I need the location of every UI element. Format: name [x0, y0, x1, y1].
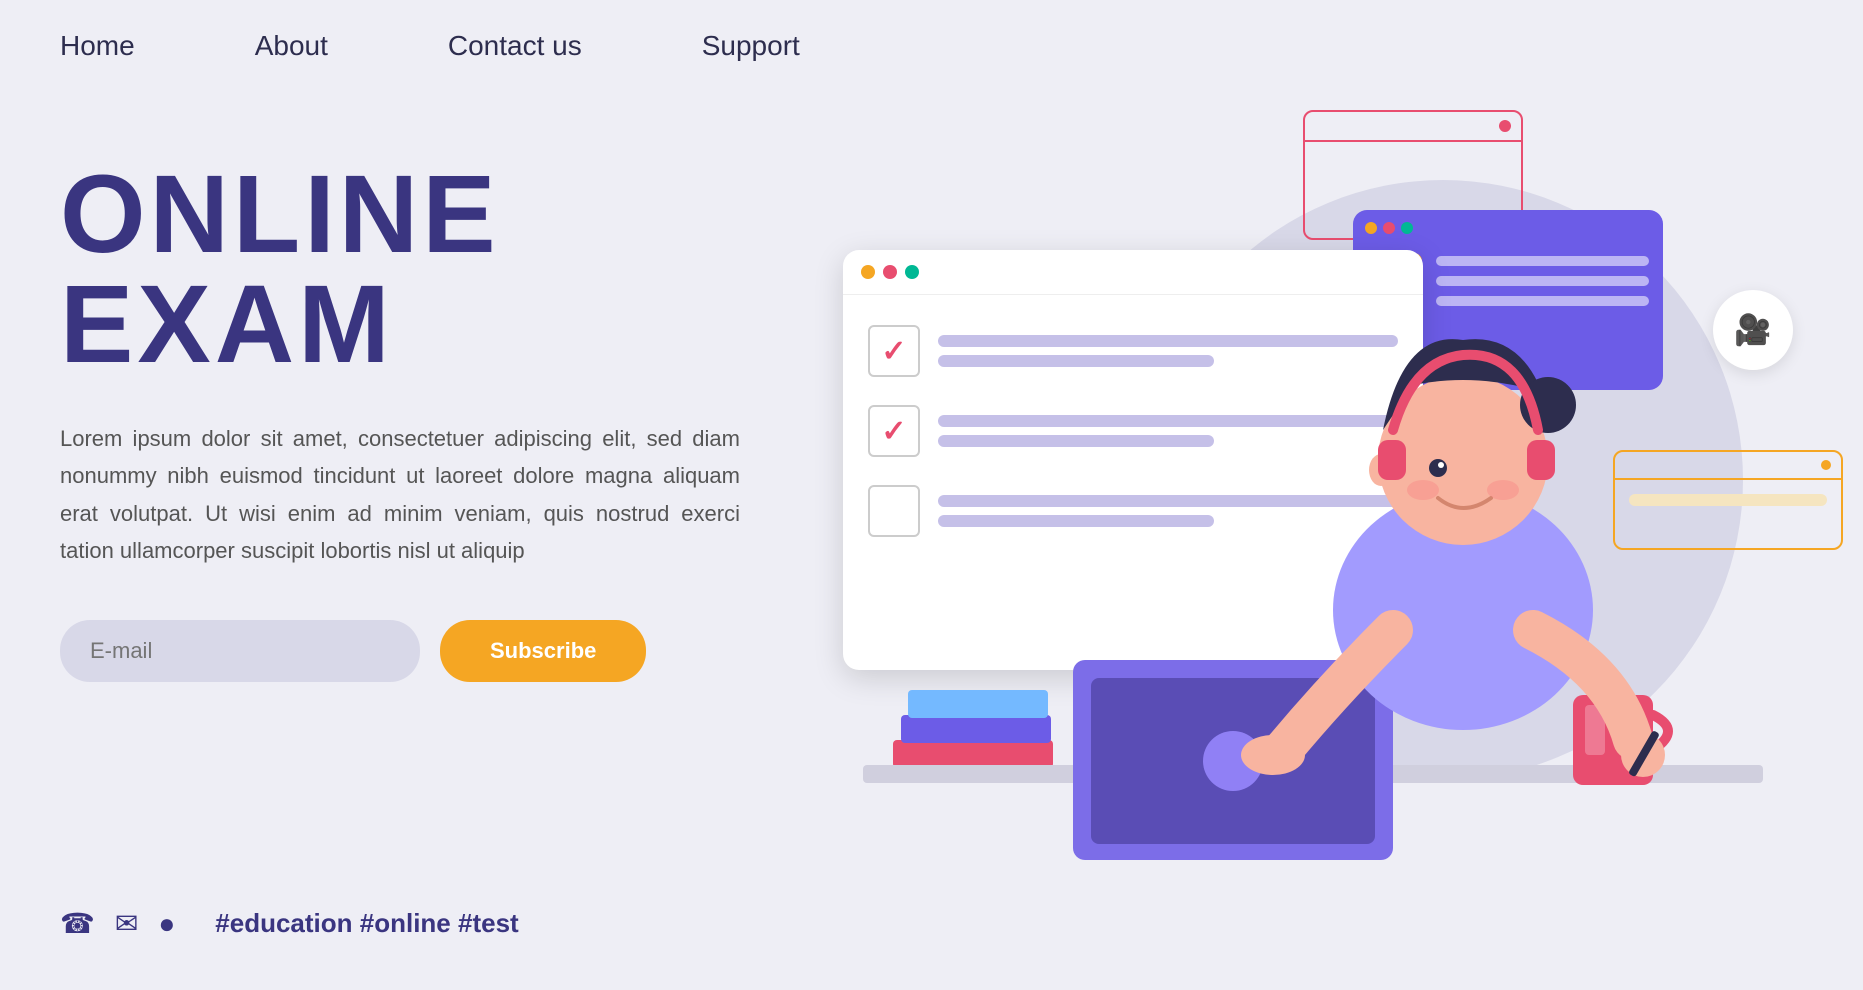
books-group — [893, 690, 1053, 768]
main-title: ONLINE EXAM — [60, 160, 740, 380]
nav-about[interactable]: About — [255, 30, 328, 62]
main-illustration-svg — [813, 130, 1863, 990]
illustration-area: 🎥 ✓ ✓ — [763, 50, 1863, 950]
subscribe-button[interactable]: Subscribe — [440, 620, 646, 682]
hero-description: Lorem ipsum dolor sit amet, consectetuer… — [60, 420, 740, 570]
location-icon: ● — [158, 908, 175, 940]
hero-left: ONLINE EXAM Lorem ipsum dolor sit amet, … — [60, 160, 740, 682]
phone-icon: ☎ — [60, 907, 95, 940]
nav-contact[interactable]: Contact us — [448, 30, 582, 62]
hashtags: #education #online #test — [215, 908, 518, 939]
email-input[interactable] — [60, 620, 420, 682]
nav-home[interactable]: Home — [60, 30, 135, 62]
email-icon: ✉ — [115, 907, 138, 940]
footer-bar: ☎ ✉ ● #education #online #test — [60, 907, 519, 940]
subscribe-row: Subscribe — [60, 620, 740, 682]
